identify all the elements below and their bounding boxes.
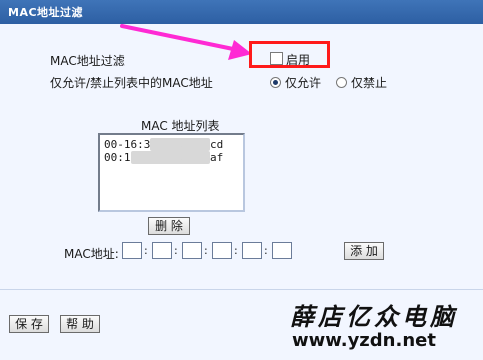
allow-only-radio[interactable] xyxy=(270,77,281,88)
mac-entry-prefix: 00:1 xyxy=(104,151,131,164)
mac-octet-field[interactable] xyxy=(272,242,292,259)
separator: : xyxy=(204,244,208,257)
mac-entry-suffix: cd xyxy=(209,138,224,151)
window-title: MAC地址过滤 xyxy=(8,6,84,19)
separator: : xyxy=(234,244,238,257)
mac-entry-suffix: af xyxy=(209,151,224,164)
mac-octet-field[interactable] xyxy=(212,242,232,259)
mac-entry-prefix: 00-16:3 xyxy=(104,138,151,151)
watermark-url: www.yzdn.net xyxy=(292,330,436,351)
list-item[interactable]: 00:1XXXXXXXXXXXXaf xyxy=(104,151,239,164)
separator: : xyxy=(144,244,148,257)
mac-octet-field[interactable] xyxy=(182,242,202,259)
mac-input-label: MAC地址: xyxy=(64,247,119,261)
mac-list-title: MAC 地址列表 xyxy=(141,119,220,133)
mac-filter-label: MAC地址过滤 xyxy=(50,54,125,68)
add-button[interactable]: 添 加 xyxy=(344,242,384,260)
redacted-segment: XXXXXXXXX xyxy=(150,138,210,151)
allow-only-label: 仅允许 xyxy=(285,76,322,90)
deny-only-radio[interactable] xyxy=(336,77,347,88)
redacted-segment: XXXXXXXXXXXX xyxy=(130,151,210,164)
mac-address-list[interactable]: 00-16:3XXXXXXXXXcd 00:1XXXXXXXXXXXXaf xyxy=(98,133,245,212)
help-button[interactable]: 帮 助 xyxy=(60,315,100,333)
mode-label: 仅允许/禁止列表中的MAC地址 xyxy=(50,76,213,90)
mac-octet-field[interactable] xyxy=(152,242,172,259)
separator: : xyxy=(174,244,178,257)
deny-only-label: 仅禁止 xyxy=(351,76,388,90)
enable-checkbox[interactable] xyxy=(270,52,283,65)
save-button[interactable]: 保 存 xyxy=(9,315,49,333)
delete-button[interactable]: 删 除 xyxy=(148,217,190,235)
list-item[interactable]: 00-16:3XXXXXXXXXcd xyxy=(104,138,239,151)
annotation-arrow-icon xyxy=(120,24,252,60)
enable-label: 启用 xyxy=(286,53,311,67)
watermark-title: 薛店亿众电脑 xyxy=(290,302,458,331)
mac-octet-field[interactable] xyxy=(122,242,142,259)
separator: : xyxy=(264,244,268,257)
mac-octet-field[interactable] xyxy=(242,242,262,259)
